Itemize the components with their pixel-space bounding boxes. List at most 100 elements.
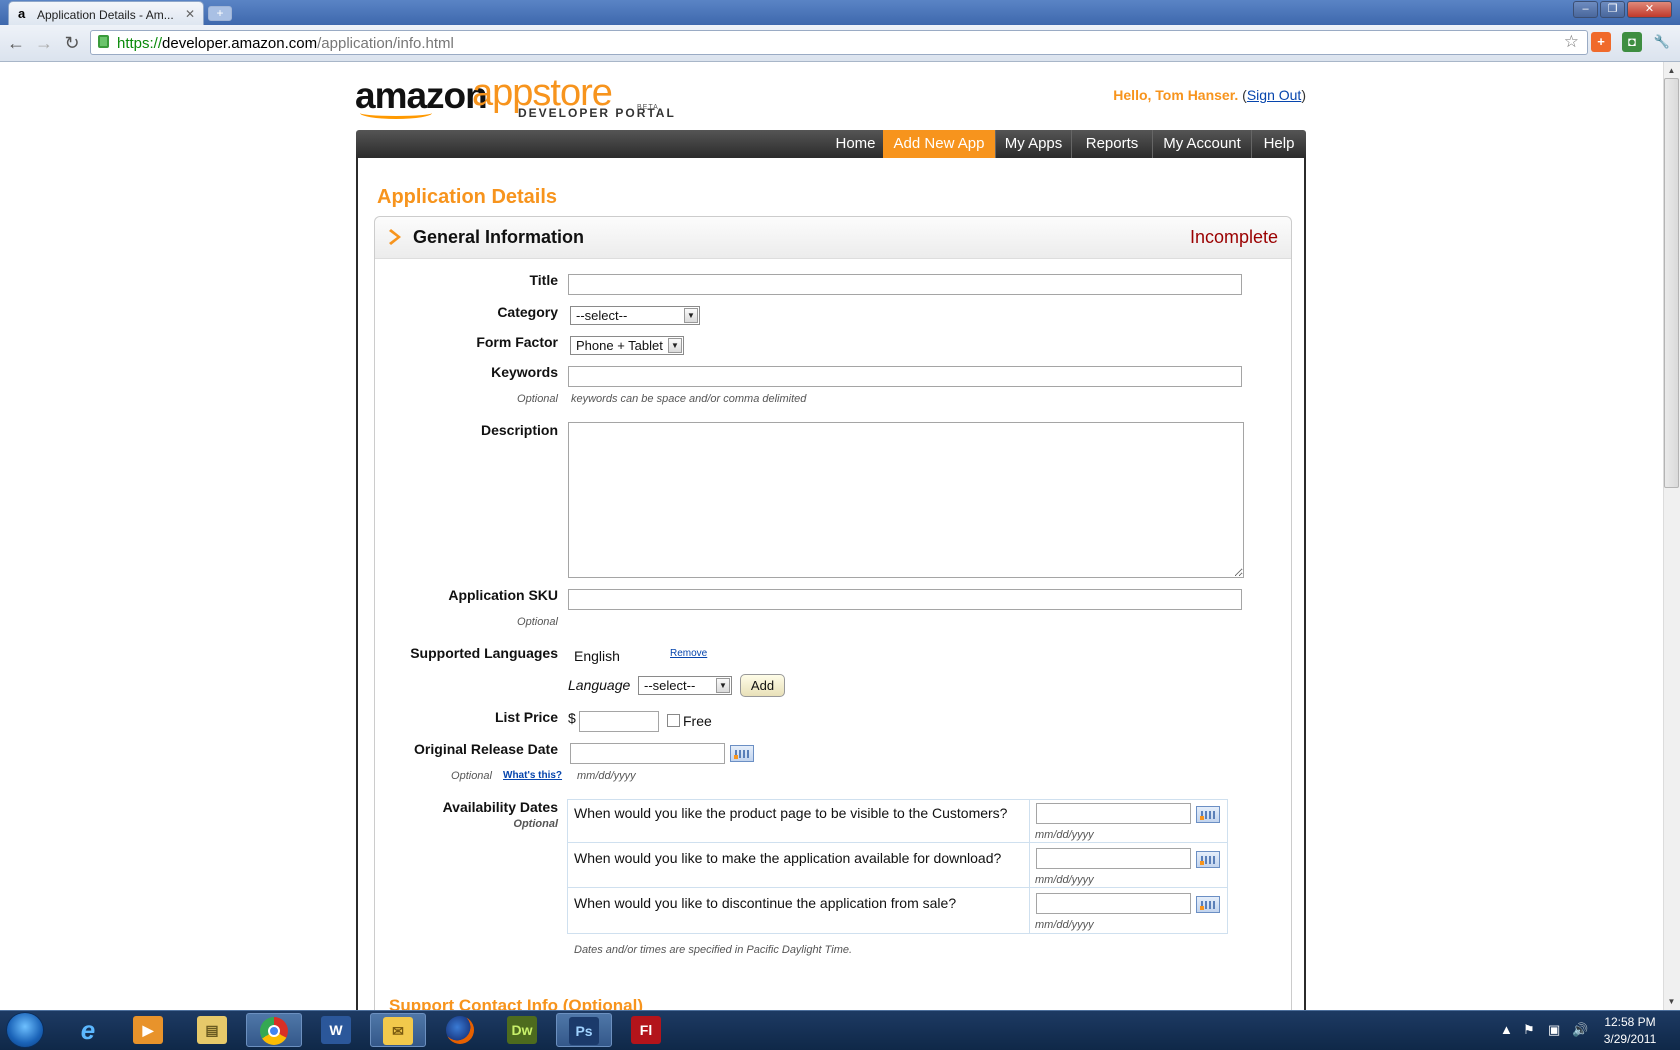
availability-label: Availability Dates: [442, 799, 558, 815]
close-tab-icon[interactable]: ✕: [185, 7, 195, 21]
dreamweaver-icon-label: Dw: [507, 1016, 537, 1044]
calendar-icon[interactable]: [730, 745, 754, 762]
whats-this-link[interactable]: What's this?: [503, 770, 562, 781]
maximize-button[interactable]: ❐: [1600, 1, 1625, 18]
amazon-favicon-icon: a: [18, 6, 26, 21]
wrench-icon[interactable]: 🔧: [1652, 32, 1672, 52]
language-selected-value: --select--: [644, 678, 696, 693]
release-date-format: mm/dd/yyyy: [577, 770, 636, 782]
reload-icon[interactable]: ↻: [61, 33, 83, 54]
firefox-icon[interactable]: [432, 1013, 488, 1047]
chrome-icon[interactable]: [246, 1013, 302, 1047]
user-greeting: Hello, Tom Hanser. (Sign Out): [1113, 87, 1306, 103]
file-explorer-icon[interactable]: ▤: [184, 1013, 240, 1047]
language-select[interactable]: --select-- ▼: [638, 676, 732, 695]
scroll-up-icon[interactable]: ▲: [1664, 63, 1679, 78]
photoshop-icon[interactable]: Ps: [556, 1013, 612, 1047]
keywords-label: Keywords: [491, 364, 558, 380]
release-date-input[interactable]: [570, 743, 725, 764]
keywords-input[interactable]: [568, 366, 1242, 387]
chevron-down-icon: ▼: [684, 308, 698, 323]
nav-reports[interactable]: Reports: [1071, 130, 1152, 158]
nav-help[interactable]: Help: [1251, 130, 1306, 158]
date-format-hint: mm/dd/yyyy: [1035, 919, 1094, 931]
chevron-down-icon: ▼: [716, 678, 730, 693]
extension-plus-icon[interactable]: +: [1591, 32, 1611, 52]
show-hidden-icons-icon[interactable]: ▲: [1500, 1022, 1513, 1037]
download-date-input[interactable]: [1036, 848, 1191, 869]
availability-question: When would you like the product page to …: [574, 805, 1008, 821]
chevron-right-icon: [389, 229, 401, 245]
network-icon[interactable]: ▣: [1548, 1022, 1560, 1038]
calendar-icon[interactable]: [1196, 806, 1220, 823]
description-textarea[interactable]: [568, 422, 1244, 578]
back-icon[interactable]: ←: [5, 33, 27, 54]
close-window-button[interactable]: ✕: [1627, 1, 1672, 18]
free-label: Free: [683, 713, 712, 729]
word-icon[interactable]: W: [308, 1013, 364, 1047]
system-clock[interactable]: 12:58 PM 3/29/2011: [1590, 1014, 1670, 1048]
keywords-hint: keywords can be space and/or comma delim…: [571, 393, 807, 405]
form-factor-label: Form Factor: [476, 334, 558, 350]
form-factor-selected-value: Phone + Tablet: [576, 338, 663, 353]
scrollbar-thumb[interactable]: [1664, 78, 1679, 488]
release-optional: Optional: [451, 770, 492, 782]
nav-my-account[interactable]: My Account: [1152, 130, 1251, 158]
nav-my-apps[interactable]: My Apps: [995, 130, 1071, 158]
availability-question: When would you like to discontinue the a…: [574, 895, 957, 911]
nav-add-new-app[interactable]: Add New App: [883, 130, 995, 158]
flash-icon[interactable]: Fl: [618, 1013, 674, 1047]
availability-question: When would you like to make the applicat…: [574, 850, 1002, 866]
availability-optional: Optional: [513, 818, 558, 830]
add-language-button[interactable]: Add: [740, 674, 785, 697]
new-tab-button[interactable]: +: [208, 6, 232, 21]
address-bar[interactable]: https://developer.amazon.com/application…: [90, 30, 1588, 55]
date-format-hint: mm/dd/yyyy: [1035, 874, 1094, 886]
category-select[interactable]: --select-- ▼: [570, 306, 700, 325]
flash-icon-label: Fl: [631, 1016, 661, 1044]
category-selected-value: --select--: [576, 308, 628, 323]
bookmark-star-icon[interactable]: ☆: [1564, 32, 1579, 52]
word-icon-label: W: [321, 1016, 351, 1044]
media-player-icon[interactable]: ▶: [120, 1013, 176, 1047]
language-select-label: Language: [568, 677, 631, 693]
category-label: Category: [497, 304, 558, 320]
language-english: English: [574, 648, 620, 664]
lock-icon: [98, 35, 109, 48]
sku-optional: Optional: [517, 616, 558, 628]
greeting-text: Hello, Tom Hanser.: [1113, 87, 1239, 103]
list-price-input[interactable]: [579, 711, 659, 732]
visible-date-input[interactable]: [1036, 803, 1191, 824]
sku-input[interactable]: [568, 589, 1242, 610]
dreamweaver-icon[interactable]: Dw: [494, 1013, 550, 1047]
sku-label: Application SKU: [448, 587, 558, 603]
tab-title: Application Details - Am...: [37, 8, 174, 22]
calendar-icon[interactable]: [1196, 896, 1220, 913]
minimize-button[interactable]: –: [1573, 1, 1598, 18]
free-checkbox[interactable]: [667, 714, 680, 727]
volume-icon[interactable]: 🔊: [1572, 1022, 1588, 1038]
scroll-down-icon[interactable]: ▼: [1664, 994, 1679, 1009]
title-input[interactable]: [568, 274, 1242, 295]
section-status: Incomplete: [1189, 227, 1278, 247]
availability-column-divider: [1029, 799, 1030, 934]
beta-label: BETA: [637, 104, 659, 111]
discontinue-date-input[interactable]: [1036, 893, 1191, 914]
forward-icon[interactable]: →: [33, 33, 55, 54]
outlook-icon[interactable]: ✉: [370, 1013, 426, 1047]
release-date-label: Original Release Date: [414, 741, 558, 757]
internet-explorer-icon[interactable]: e: [60, 1013, 116, 1047]
action-center-flag-icon[interactable]: ⚑: [1523, 1022, 1535, 1038]
remove-language-link[interactable]: Remove: [670, 648, 707, 659]
form-factor-select[interactable]: Phone + Tablet ▼: [570, 336, 684, 355]
currency-symbol: $: [568, 710, 576, 726]
list-price-label: List Price: [494, 709, 558, 725]
start-orb-icon[interactable]: [6, 1012, 44, 1048]
browser-tab[interactable]: a Application Details - Am... ✕: [8, 1, 204, 26]
nav-home[interactable]: Home: [828, 130, 883, 158]
description-label: Description: [480, 422, 558, 438]
languages-label: Supported Languages: [410, 645, 558, 661]
calendar-icon[interactable]: [1196, 851, 1220, 868]
extension-shield-icon[interactable]: ◘: [1622, 32, 1642, 52]
sign-out-link[interactable]: Sign Out: [1247, 87, 1301, 103]
